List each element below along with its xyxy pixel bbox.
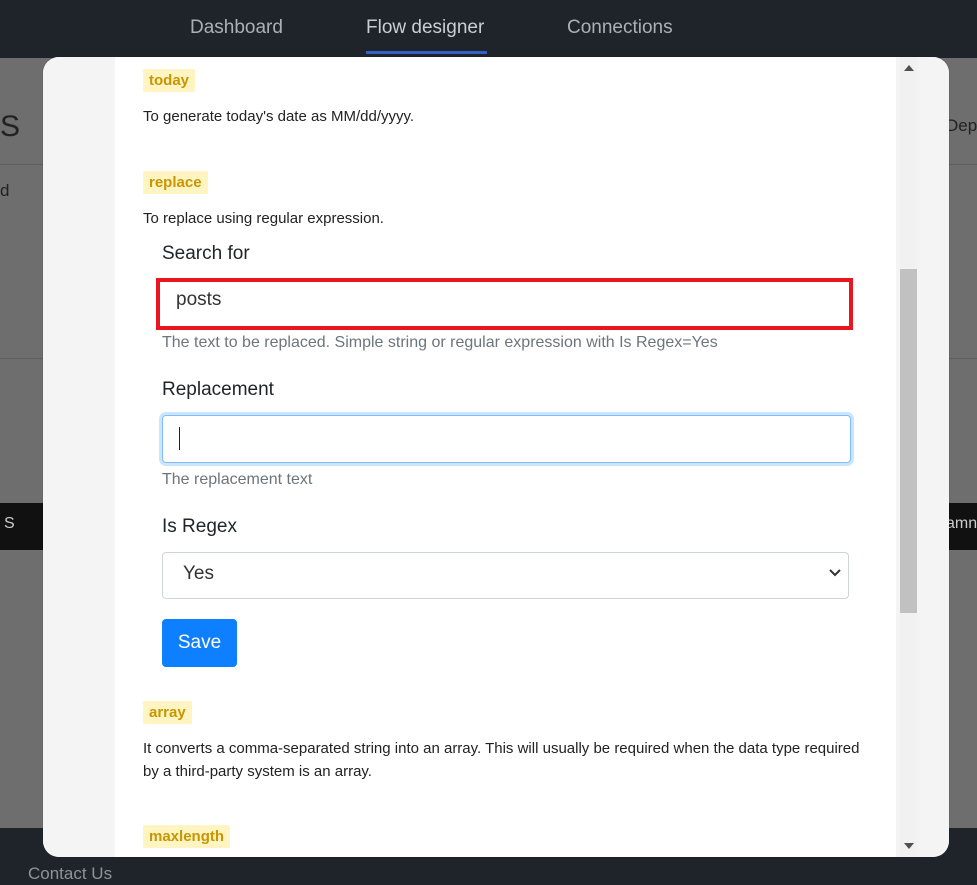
replacement-input[interactable] (162, 415, 851, 463)
function-description-replace: To replace using regular expression. (143, 210, 384, 227)
background-bar-text: S (4, 515, 15, 532)
function-tag-today: today (143, 69, 196, 92)
footer-contact-link[interactable]: Contact Us (28, 864, 112, 884)
nav-connections[interactable]: Connections (567, 17, 673, 39)
nav-flow-designer[interactable]: Flow designer (366, 17, 484, 39)
save-button[interactable]: Save (162, 619, 237, 667)
is-regex-value: Yes (183, 563, 214, 584)
background-bar-text: amn (946, 515, 977, 532)
search-for-help: The text to be replaced. Simple string o… (162, 334, 718, 351)
function-description-array: It converts a comma-separated string int… (143, 740, 860, 780)
modal-scrollbar[interactable] (900, 57, 917, 857)
scrollbar-thumb[interactable] (900, 269, 917, 613)
search-for-input[interactable]: posts (156, 278, 853, 330)
chevron-down-icon (829, 569, 841, 577)
background-right-text: Dep (946, 116, 977, 135)
text-caret (179, 427, 180, 450)
scroll-down-arrow-icon[interactable] (904, 843, 914, 849)
function-tag-maxlength: maxlength (143, 825, 231, 848)
top-navbar: Dashboard Flow designer Connections (0, 0, 977, 58)
is-regex-select[interactable]: Yes (162, 552, 849, 599)
functions-modal: today To generate today's date as MM/dd/… (43, 57, 949, 857)
search-for-value: posts (176, 289, 222, 310)
nav-dashboard[interactable]: Dashboard (190, 17, 283, 39)
replacement-label: Replacement (162, 379, 274, 400)
function-tag-array: array (143, 701, 192, 724)
is-regex-label: Is Regex (162, 516, 237, 537)
modal-gutter-left (43, 57, 115, 857)
replacement-help: The replacement text (162, 471, 313, 488)
function-tag-replace: replace (143, 171, 208, 194)
function-description-today: To generate today's date as MM/dd/yyyy. (143, 108, 415, 125)
background-left-text: d (0, 181, 10, 200)
modal-content: today To generate today's date as MM/dd/… (115, 57, 896, 857)
background-heading: S (0, 110, 21, 143)
nav-active-indicator (366, 51, 487, 54)
search-for-label: Search for (162, 243, 250, 264)
scroll-up-arrow-icon[interactable] (904, 65, 914, 71)
